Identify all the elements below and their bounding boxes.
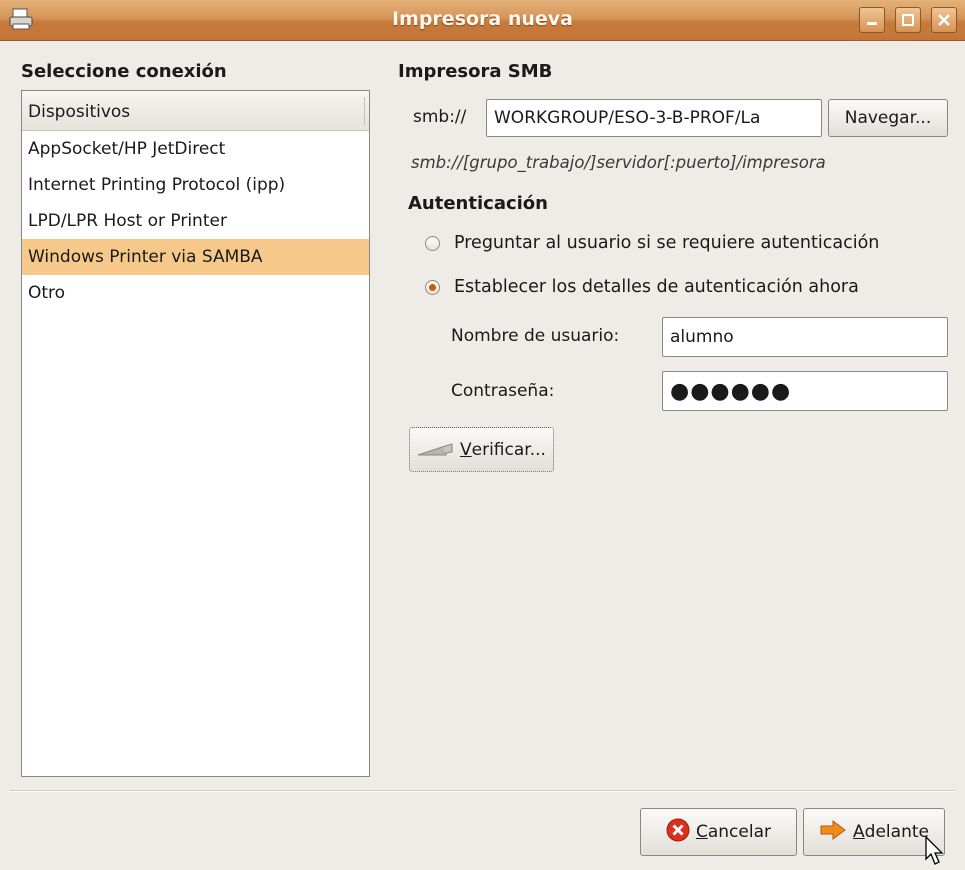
auth-ask-option[interactable]: Preguntar al usuario si se requiere aute… (425, 233, 879, 253)
list-item-samba[interactable]: Windows Printer via SAMBA (22, 239, 369, 275)
window-titlebar[interactable]: Impresora nueva (0, 0, 965, 41)
verify-label: erificar... (471, 439, 546, 460)
smb-uri-prefix: smb:// (413, 107, 467, 127)
list-item-other[interactable]: Otro (22, 275, 369, 311)
close-button[interactable] (931, 7, 957, 33)
close-icon (938, 14, 950, 26)
cancel-button[interactable]: Cancelar (640, 808, 797, 856)
forward-button[interactable]: Adelante (803, 808, 945, 856)
password-value: ●●●●●● (670, 378, 792, 404)
verify-button[interactable]: Verificar... (409, 427, 554, 472)
cancel-label: ancelar (707, 822, 771, 842)
password-label: Contraseña: (451, 381, 555, 401)
auth-ask-radio[interactable] (425, 235, 440, 251)
list-item-ipp[interactable]: Internet Printing Protocol (ipp) (22, 167, 369, 203)
verify-icon (417, 442, 453, 455)
auth-now-option[interactable]: Establecer los detalles de autenticación… (425, 277, 859, 297)
list-item-lpd[interactable]: LPD/LPR Host or Printer (22, 203, 369, 239)
username-value: alumno (670, 327, 734, 347)
smb-uri-value: WORKGROUP/ESO-3-B-PROF/La (494, 108, 761, 128)
window-title: Impresora nueva (391, 8, 574, 30)
maximize-button[interactable] (895, 7, 921, 33)
smb-printer-heading: Impresora SMB (398, 61, 553, 82)
footer-separator (10, 790, 955, 792)
forward-arrow-icon (819, 819, 847, 846)
list-item-appsocket[interactable]: AppSocket/HP JetDirect (22, 131, 369, 167)
cancel-icon (666, 818, 690, 847)
smb-uri-hint: smb://[grupo_trabajo/]servidor[:puerto]/… (411, 153, 826, 172)
mouse-pointer-icon (925, 835, 945, 870)
cancel-mnemonic: C (695, 822, 708, 842)
browse-button[interactable]: Navegar... (828, 99, 948, 137)
connection-heading: Seleccione conexión (21, 61, 227, 82)
username-label: Nombre de usuario: (451, 326, 620, 346)
auth-now-label: Establecer los detalles de autenticación… (454, 277, 859, 297)
username-field[interactable]: alumno (662, 317, 948, 357)
minimize-button[interactable] (859, 7, 885, 33)
password-field[interactable]: ●●●●●● (662, 371, 948, 411)
smb-uri-input[interactable]: WORKGROUP/ESO-3-B-PROF/La (486, 99, 822, 137)
maximize-icon (902, 14, 914, 26)
minimize-icon (867, 22, 877, 25)
column-resize-handle[interactable] (364, 97, 365, 125)
forward-mnemonic: A (853, 822, 865, 842)
forward-label: delante (864, 822, 929, 842)
connection-list[interactable]: Dispositivos AppSocket/HP JetDirect Inte… (21, 90, 370, 777)
list-column-header[interactable]: Dispositivos (22, 91, 369, 131)
verify-mnemonic: V (460, 439, 472, 460)
auth-ask-label: Preguntar al usuario si se requiere aute… (454, 233, 880, 253)
list-column-header-label: Dispositivos (28, 102, 131, 122)
auth-now-radio[interactable] (425, 279, 440, 295)
authentication-heading: Autenticación (408, 193, 548, 214)
